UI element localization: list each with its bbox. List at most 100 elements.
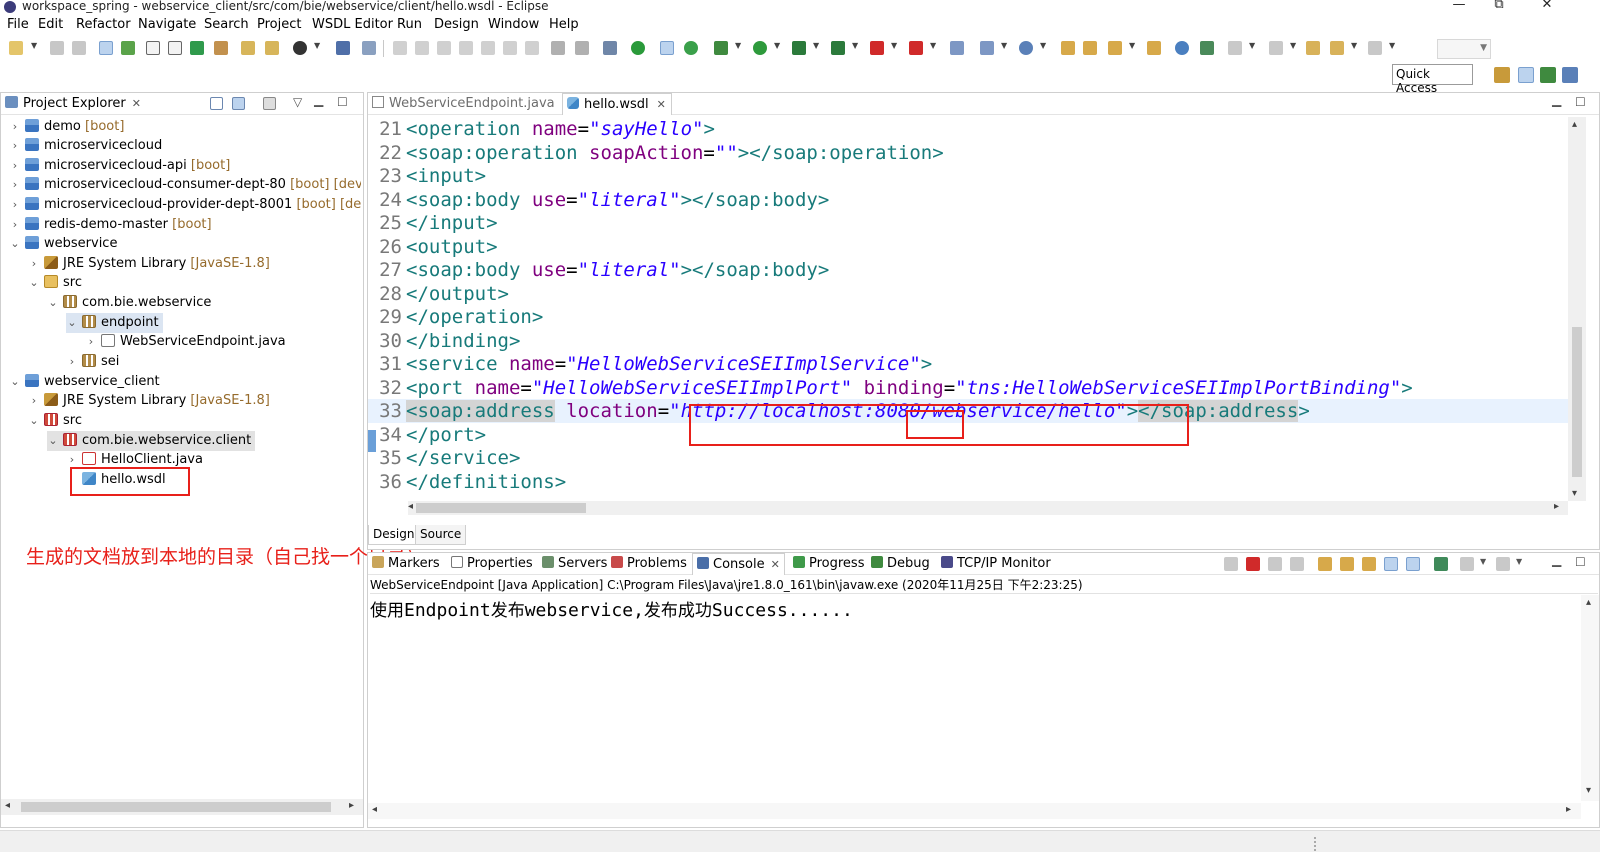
- tree-item-demo[interactable]: › demo [boot]: [9, 117, 124, 137]
- expand-chevron-icon[interactable]: ›: [66, 352, 78, 372]
- profile-icon[interactable]: [293, 41, 307, 55]
- scrollbar-thumb[interactable]: [21, 802, 331, 812]
- back-icon[interactable]: [1330, 41, 1344, 55]
- minimize-view-icon[interactable]: ▁: [1552, 553, 1561, 567]
- collapse-chevron-icon[interactable]: ⌄: [28, 411, 40, 431]
- collapse-chevron-icon[interactable]: ⌄: [28, 273, 40, 293]
- expand-chevron-icon[interactable]: ›: [85, 332, 97, 352]
- run-dropdown-icon[interactable]: ▼: [774, 41, 780, 50]
- expand-chevron-icon[interactable]: ›: [9, 156, 21, 176]
- tab-properties[interactable]: Properties: [451, 555, 533, 575]
- tree-item-package-webservice[interactable]: ⌄ com.bie.webservice: [47, 293, 211, 313]
- collapse-chevron-icon[interactable]: ⌄: [9, 372, 21, 392]
- task-list-icon[interactable]: [168, 41, 182, 55]
- vertical-scrollbar[interactable]: ▴ ▾: [1568, 117, 1586, 501]
- code-line[interactable]: 30 </binding>: [368, 329, 1568, 353]
- console-output[interactable]: 使用Endpoint发布webservice,发布成功Success......: [370, 596, 853, 621]
- debug-dropdown-icon[interactable]: ▼: [735, 41, 741, 50]
- tab-hello-wsdl[interactable]: hello.wsdl ✕: [562, 93, 672, 115]
- suspend-icon[interactable]: [415, 41, 429, 55]
- profile-dropdown-icon[interactable]: ▼: [314, 41, 320, 50]
- code-line[interactable]: 23 <input>: [368, 164, 1568, 188]
- maximize-editor-icon[interactable]: ☐: [1575, 95, 1586, 109]
- expand-chevron-icon[interactable]: ›: [9, 215, 21, 235]
- scroll-right-icon[interactable]: ▸: [349, 800, 354, 811]
- code-line[interactable]: 22 <soap:operation soapAction=""></soap:o…: [368, 141, 1568, 165]
- word-wrap-icon[interactable]: [1340, 557, 1354, 571]
- code-line[interactable]: 35 </service>: [368, 446, 1568, 470]
- skip-breakpoints-icon[interactable]: [362, 41, 376, 55]
- vertical-scrollbar[interactable]: ▴ ▾: [1581, 595, 1599, 801]
- drop-to-frame-icon[interactable]: [551, 41, 565, 55]
- scroll-down-icon[interactable]: ▾: [1586, 785, 1591, 796]
- expand-chevron-icon[interactable]: ›: [28, 254, 40, 274]
- open-console-icon[interactable]: [1496, 557, 1510, 571]
- coverage-icon[interactable]: [792, 41, 806, 55]
- scroll-left-icon[interactable]: ◂: [408, 501, 413, 512]
- scrollbar-thumb[interactable]: [1572, 327, 1582, 477]
- expand-chevron-icon[interactable]: ›: [28, 391, 40, 411]
- tree-item-provider-dept-8001[interactable]: › microservicecloud-provider-dept-8001 [b…: [9, 195, 361, 215]
- minimize-button[interactable]: —: [1448, 0, 1470, 12]
- back-dropdown-icon[interactable]: ▼: [1351, 41, 1357, 50]
- scroll-up-icon[interactable]: ▴: [1586, 597, 1591, 608]
- tree-item-microservicecloud[interactable]: › microservicecloud: [9, 136, 162, 156]
- step-return-icon[interactable]: [525, 41, 539, 55]
- tree-item-webservice[interactable]: ⌄ webservice: [9, 234, 117, 254]
- expand-chevron-icon[interactable]: ›: [9, 117, 21, 137]
- external-tools-icon[interactable]: [831, 41, 845, 55]
- scroll-left-icon[interactable]: ◂: [372, 804, 377, 815]
- outline-icon[interactable]: [121, 41, 135, 55]
- filters-icon[interactable]: [263, 97, 276, 110]
- new-icon[interactable]: [9, 41, 23, 55]
- save-icon[interactable]: [50, 41, 64, 55]
- open-console-icon[interactable]: [603, 41, 617, 55]
- close-icon[interactable]: ✕: [132, 97, 141, 110]
- menu-design[interactable]: Design: [434, 17, 479, 32]
- minimize-editor-icon[interactable]: ▁: [1552, 93, 1561, 107]
- code-line[interactable]: 36 </definitions>: [368, 470, 1568, 494]
- tab-problems[interactable]: Problems: [611, 555, 687, 575]
- annotation-icon[interactable]: [1200, 41, 1214, 55]
- menu-edit[interactable]: Edit: [38, 17, 63, 32]
- tree-item-jre-library[interactable]: › JRE System Library [JavaSE-1.8]: [28, 254, 270, 274]
- scroll-lock-icon[interactable]: [1318, 557, 1332, 571]
- step-into-icon[interactable]: [481, 41, 495, 55]
- stop-dropdown-icon[interactable]: ▼: [891, 41, 897, 50]
- close-icon[interactable]: ✕: [657, 98, 666, 111]
- new-dropdown-icon[interactable]: ▼: [31, 41, 37, 50]
- open-perspective-icon[interactable]: [1494, 67, 1510, 83]
- horizontal-scrollbar[interactable]: ◂ ▸: [1, 799, 363, 815]
- link-with-editor-icon[interactable]: [232, 97, 245, 110]
- code-line[interactable]: 26 <output>: [368, 235, 1568, 259]
- scrollbar-thumb[interactable]: [416, 503, 586, 513]
- remove-launch-icon[interactable]: [1224, 557, 1238, 571]
- tree-item-package-client[interactable]: ⌄ com.bie.webservice.client: [47, 431, 256, 451]
- wand-icon[interactable]: [1108, 41, 1122, 55]
- tree-item-src[interactable]: ⌄ src: [28, 273, 82, 293]
- new-class-dropdown-icon[interactable]: ▼: [1040, 41, 1046, 50]
- power-icon[interactable]: [631, 41, 645, 55]
- debug-icon-toolbar[interactable]: [714, 41, 728, 55]
- menu-project[interactable]: Project: [257, 17, 301, 32]
- menu-search[interactable]: Search: [204, 17, 249, 32]
- new-wizard-dropdown-icon[interactable]: ▼: [1001, 41, 1007, 50]
- forward-icon[interactable]: [1368, 41, 1382, 55]
- javadoc-icon[interactable]: [146, 41, 160, 55]
- close-icon[interactable]: ✕: [771, 558, 780, 571]
- expand-chevron-icon[interactable]: ›: [9, 175, 21, 195]
- display-console-icon[interactable]: [1460, 557, 1474, 571]
- jee-perspective-icon[interactable]: [1518, 67, 1534, 83]
- external-tools-dropdown-icon[interactable]: ▼: [852, 41, 858, 50]
- menu-window[interactable]: Window: [488, 17, 539, 32]
- scroll-down-icon[interactable]: ▾: [1572, 488, 1577, 499]
- code-line[interactable]: 31 <service name="HelloWebServiceSEIImplS…: [368, 352, 1568, 376]
- save-all-icon[interactable]: [72, 41, 86, 55]
- expand-chevron-icon[interactable]: ›: [9, 136, 21, 156]
- tab-source[interactable]: Source: [415, 525, 467, 545]
- open-folder-icon[interactable]: [1061, 41, 1075, 55]
- code-line[interactable]: 29 </operation>: [368, 305, 1568, 329]
- open-console-dropdown-icon[interactable]: ▼: [1516, 557, 1522, 566]
- wand-dropdown-icon[interactable]: ▼: [1129, 41, 1135, 50]
- globe-icon[interactable]: [1175, 41, 1189, 55]
